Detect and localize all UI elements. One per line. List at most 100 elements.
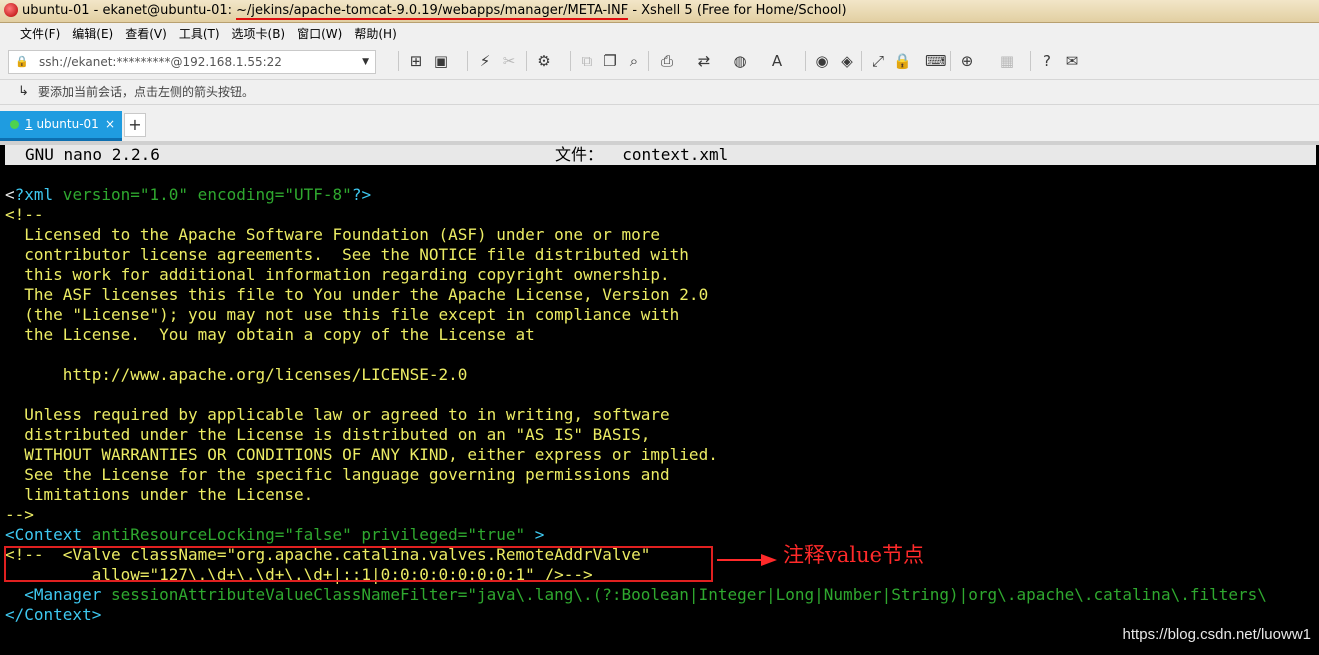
code-token: (the "License"); you may not use this fi… (5, 305, 680, 324)
editor-line: <Context antiResourceLocking="false" pri… (5, 525, 1319, 545)
code-token: sessionAttributeValueClassNameFilter="ja… (101, 585, 1267, 604)
menu-file[interactable]: 文件(F) (14, 23, 66, 45)
toolbar-separator (467, 51, 468, 71)
menu-tools[interactable]: 工具(T) (173, 23, 226, 45)
toolbar-separator (861, 51, 862, 71)
lock-icon: 🔒 (15, 55, 29, 68)
editor-line: http://www.apache.org/licenses/LICENSE-2… (5, 365, 1319, 385)
editor-line: <!-- (5, 205, 1319, 225)
toolbar-separator (398, 51, 399, 71)
chevron-down-icon[interactable]: ▼ (362, 51, 369, 73)
code-token: <Context (5, 525, 83, 544)
watermark: https://blog.csdn.net/luoww1 (1122, 626, 1311, 643)
close-icon[interactable]: × (105, 111, 115, 138)
toolbar-separator (570, 51, 571, 71)
editor-line: contributor license agreements. See the … (5, 245, 1319, 265)
tab-ubuntu-01[interactable]: 1 ubuntu-01 × (0, 111, 122, 141)
connection-status-icon (10, 120, 19, 129)
editor-line: --> (5, 505, 1319, 525)
xshell-app-icon (4, 3, 18, 17)
editor-line: WITHOUT WARRANTIES OR CONDITIONS OF ANY … (5, 445, 1319, 465)
toolbar-separator (805, 51, 806, 71)
menu-help[interactable]: 帮助(H) (348, 23, 402, 45)
code-token: contributor license agreements. See the … (5, 245, 689, 264)
connect-icon[interactable]: ⚡ (476, 52, 494, 70)
editor-line: Unless required by applicable law or agr… (5, 405, 1319, 425)
toolbar-separator (526, 51, 527, 71)
xmanager-icon[interactable]: ◈ (838, 52, 856, 70)
editor-line: The ASF licenses this file to You under … (5, 285, 1319, 305)
nano-version: GNU nano 2.2.6 (25, 145, 160, 164)
disconnect-icon[interactable]: ✂ (500, 52, 518, 70)
code-token: See the License for the specific languag… (5, 465, 670, 484)
editor-line: <Manager sessionAttributeValueClassNameF… (5, 585, 1319, 605)
properties-icon[interactable]: ⚙ (535, 52, 553, 70)
find-icon[interactable]: ⌕ (625, 52, 643, 70)
code-token: version= (53, 185, 140, 204)
session-hint-bar: ↳ 要添加当前会话，点击左侧的箭头按钮。 (0, 80, 1319, 105)
new-tab-button[interactable]: + (124, 113, 146, 137)
xftp-icon[interactable]: ◉ (813, 52, 831, 70)
nano-file-name: 文件： context.xml (555, 145, 729, 164)
code-token: distributed under the License is distrib… (5, 425, 651, 444)
address-input[interactable]: ssh://ekanet:*********@192.168.1.55:22 (39, 51, 282, 73)
tab-strip: 1 ubuntu-01 × + (0, 105, 1319, 141)
editor-line: the License. You may obtain a copy of th… (5, 325, 1319, 345)
fullscreen-icon[interactable]: ⤢ (869, 52, 887, 70)
copy-icon[interactable]: ⧉ (578, 52, 596, 70)
menu-view[interactable]: 查看(V) (119, 23, 173, 45)
print-icon[interactable]: ⎙ (658, 52, 676, 70)
help-icon[interactable]: ? (1038, 52, 1056, 70)
title-bar: ubuntu-01 - ekanet@ubuntu-01: ~/jekins/a… (0, 0, 1319, 23)
code-token: The ASF licenses this file to You under … (5, 285, 709, 304)
editor-line: distributed under the License is distrib… (5, 425, 1319, 445)
font-icon[interactable]: A (768, 52, 786, 70)
code-token: Licensed to the Apache Software Foundati… (5, 225, 661, 244)
highlight-box (4, 546, 713, 582)
toolbar-separator (1030, 51, 1031, 71)
toolbar-separator (648, 51, 649, 71)
code-token: this work for additional information reg… (5, 265, 670, 284)
layout-icon[interactable]: ▦ (998, 52, 1016, 70)
menu-bar: 文件(F) 编辑(E) 查看(V) 工具(T) 选项卡(B) 窗口(W) 帮助(H) (0, 23, 1319, 45)
paste-icon[interactable]: ❐ (601, 52, 619, 70)
globe-icon[interactable]: ◍ (731, 52, 749, 70)
code-token: ?> (351, 185, 372, 204)
hint-text: 要添加当前会话，点击左侧的箭头按钮。 (38, 85, 255, 99)
transfer-icon[interactable]: ⇄ (695, 52, 713, 70)
annotation-arrow (717, 554, 777, 566)
new-session-icon[interactable]: ⊞ (407, 52, 425, 70)
open-folder-icon[interactable]: ▣ (432, 52, 450, 70)
arrow-icon[interactable]: ↳ (18, 80, 29, 104)
keyboard-icon[interactable]: ⌨ (925, 52, 947, 70)
code-token: "1.0" (139, 185, 189, 204)
chat-icon[interactable]: ✉ (1063, 52, 1081, 70)
editor-line: <?xml version="1.0" encoding="UTF-8"?> (5, 185, 1319, 205)
editor-line: </Context> (5, 605, 1319, 625)
editor-line: See the License for the specific languag… (5, 465, 1319, 485)
title-path: ~/jekins/apache-tomcat-9.0.19/webapps/ma… (236, 3, 629, 20)
tab-label: 1 ubuntu-01 (25, 117, 99, 131)
code-token: --> (5, 505, 34, 524)
code-token: ?xml (14, 185, 54, 204)
code-token: Unless required by applicable law or agr… (5, 405, 670, 424)
editor-line: Licensed to the Apache Software Foundati… (5, 225, 1319, 245)
address-bar[interactable]: 🔒 ssh://ekanet:*********@192.168.1.55:22… (8, 50, 376, 74)
annotation-text: 注释value节点 (783, 543, 925, 567)
menu-window[interactable]: 窗口(W) (291, 23, 348, 45)
menu-tabs[interactable]: 选项卡(B) (226, 23, 292, 45)
code-token: > (525, 525, 545, 544)
code-token: "UTF-8" (284, 185, 352, 204)
text-cursor: < (5, 185, 15, 204)
code-token: <Manager (5, 585, 102, 604)
code-token: </Context> (5, 605, 102, 624)
window-title: ubuntu-01 - ekanet@ubuntu-01: ~/jekins/a… (22, 3, 847, 20)
nano-header: GNU nano 2.2.6 文件： context.xml (5, 145, 1316, 165)
code-token: antiResourceLocking="false" privileged="… (82, 525, 526, 544)
code-token: http://www.apache.org/licenses/LICENSE-2… (5, 365, 468, 384)
lock-icon[interactable]: 🔒 (893, 52, 912, 70)
menu-edit[interactable]: 编辑(E) (66, 23, 119, 45)
add-tab-icon[interactable]: ⊕ (958, 52, 976, 70)
